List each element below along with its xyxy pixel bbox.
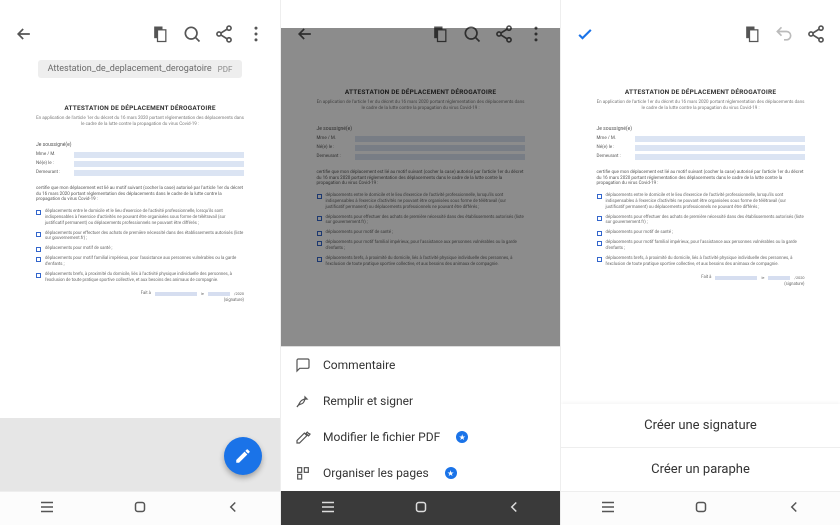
signature-sheet: Créer une signature Créer un paraphe [561,404,840,491]
file-ext: PDF [218,65,233,74]
doc-subtitle: En application de l'article 1er du décre… [36,116,244,128]
premium-badge-icon: ★ [456,431,468,443]
file-chip: Attestation_de_deplacement_derogatoire P… [0,54,280,88]
share-icon[interactable] [800,18,832,50]
action-organize[interactable]: Organiser les pages ★ [281,455,560,491]
screen-viewer: Attestation_de_deplacement_derogatoire P… [0,0,280,525]
nav-recent-icon[interactable] [38,498,56,520]
doc-title: ATTESTATION DE DÉPLACEMENT DÉROGATOIRE [36,104,244,112]
premium-badge-icon: ★ [445,467,457,479]
file-name: Attestation_de_deplacement_derogatoire [48,64,212,74]
nav-home-icon[interactable] [692,498,710,520]
back-icon[interactable] [8,18,40,50]
create-initials-button[interactable]: Créer un paraphe [561,447,840,491]
done-icon[interactable] [569,18,601,50]
nav-recent-icon[interactable] [319,498,337,520]
screen-fill-sign: ATTESTATION DE DÉPLACEMENT DÉROGATOIRE E… [560,0,840,525]
undo-icon[interactable] [768,18,800,50]
action-fill-sign[interactable]: Remplir et signer [281,383,560,419]
search-icon[interactable] [176,18,208,50]
appbar-edit [561,14,840,54]
pages-icon[interactable] [736,18,768,50]
action-sheet: Commentaire Remplir et signer Modifier l… [281,346,560,491]
overflow-icon[interactable] [240,18,272,50]
nav-back-icon[interactable] [505,498,523,520]
document-page: ATTESTATION DE DÉPLACEMENT DÉROGATOIRE E… [24,88,256,311]
screen-actionsheet: ATTESTATION DE DÉPLACEMENT DÉROGATOIRE E… [280,0,560,525]
action-edit-pdf[interactable]: Modifier le fichier PDF ★ [281,419,560,455]
nav-home-icon[interactable] [131,498,149,520]
appbar [0,14,280,54]
nav-back-icon[interactable] [224,498,242,520]
edit-fab[interactable] [224,437,262,475]
system-nav [0,491,280,525]
action-comment[interactable]: Commentaire [281,347,560,383]
nav-recent-icon[interactable] [599,498,617,520]
share-icon[interactable] [208,18,240,50]
nav-home-icon[interactable] [412,498,430,520]
pages-icon[interactable] [144,18,176,50]
nav-back-icon[interactable] [785,498,803,520]
create-signature-button[interactable]: Créer une signature [561,404,840,447]
